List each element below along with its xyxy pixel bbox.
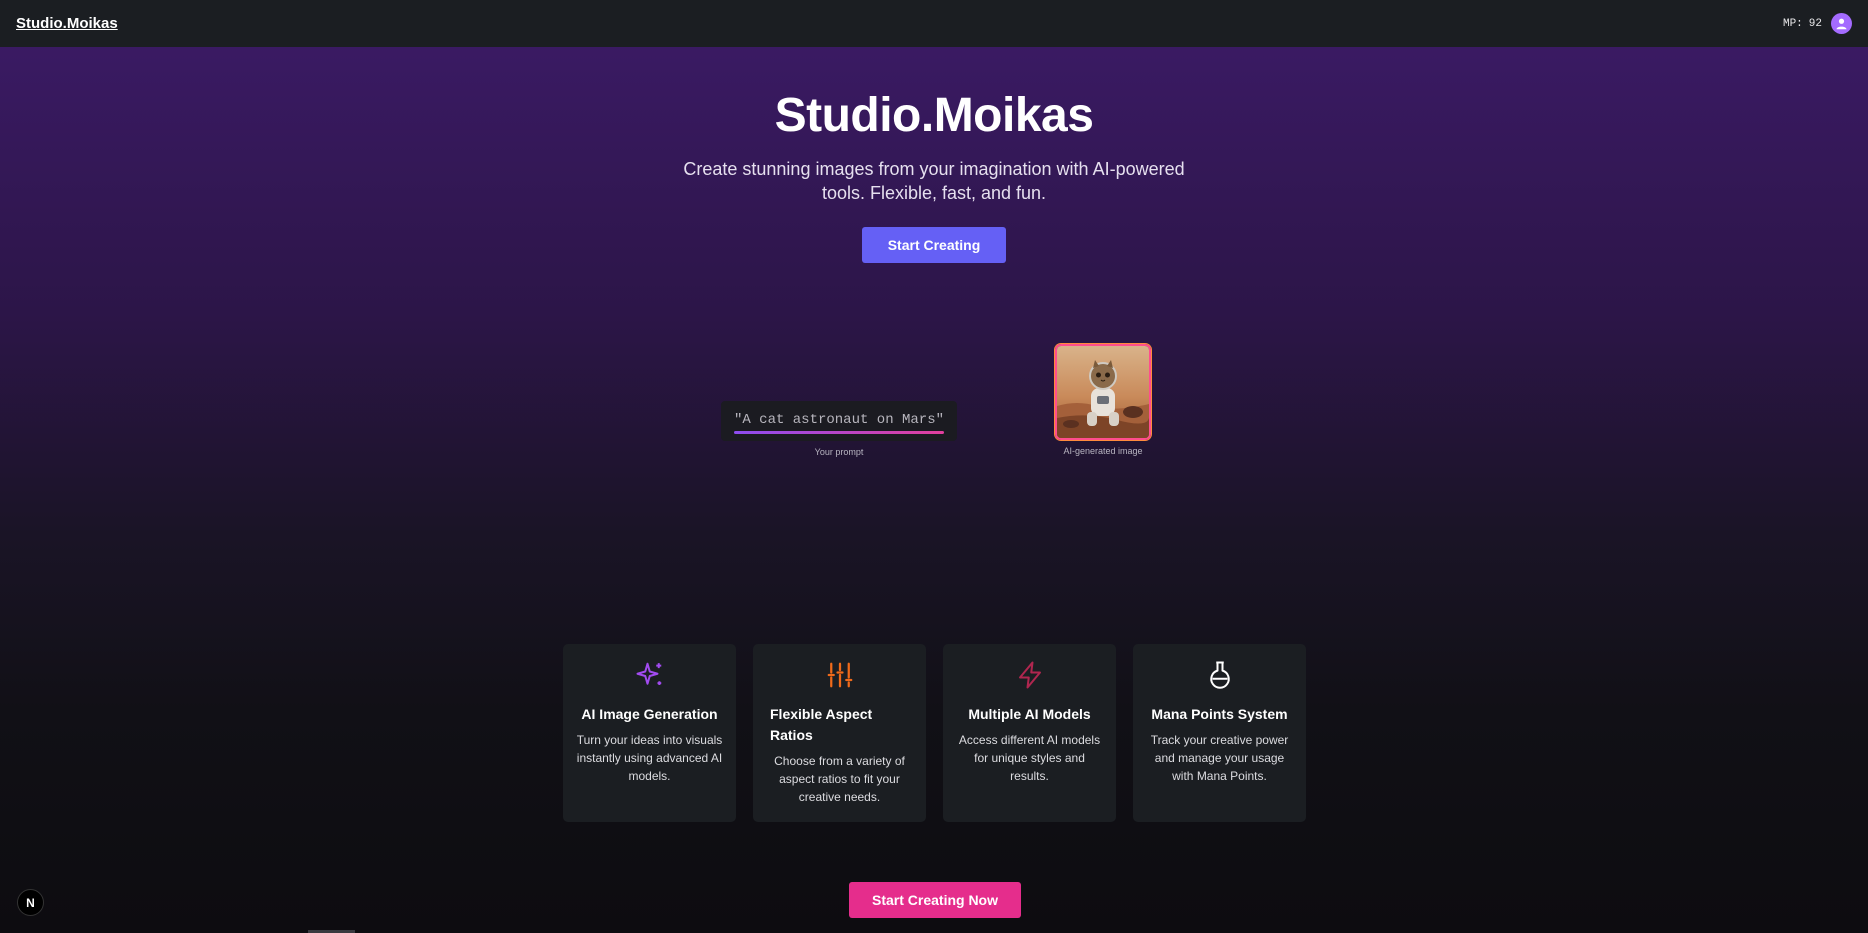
hero-section: Studio.Moikas Create stunning images fro… xyxy=(0,88,1868,263)
feature-description: Turn your ideas into visuals instantly u… xyxy=(576,733,723,783)
dev-tools-badge[interactable]: N xyxy=(17,889,44,916)
page: Studio.Moikas MP: 92 Studio.Moikas Creat… xyxy=(0,0,1868,933)
prompt-demo-box: "A cat astronaut on Mars" xyxy=(721,401,957,441)
flask-icon xyxy=(1209,661,1230,689)
prompt-text-wrap: "A cat astronaut on Mars" xyxy=(733,411,945,434)
prompt-underline xyxy=(733,430,945,434)
feature-description: Choose from a variety of aspect ratios t… xyxy=(774,754,905,804)
user-icon xyxy=(1836,18,1847,30)
cat-astronaut-image xyxy=(1057,346,1149,438)
feature-card-multiple-ai-models: Multiple AI Models Access different AI m… xyxy=(943,644,1116,822)
mana-label: MP: xyxy=(1782,17,1803,30)
top-navbar: Studio.Moikas MP: 92 xyxy=(0,0,1868,47)
features-grid: AI Image Generation Turn your ideas into… xyxy=(563,644,1306,822)
user-avatar-button[interactable] xyxy=(1831,13,1852,34)
hero-title: Studio.Moikas xyxy=(774,89,1094,142)
sliders-icon xyxy=(827,662,852,688)
start-creating-button[interactable]: Start Creating xyxy=(861,227,1007,263)
feature-description: Track your creative power and manage you… xyxy=(1150,733,1289,783)
generated-image xyxy=(1055,344,1151,440)
prompt-caption: Your prompt xyxy=(814,447,864,457)
feature-card-ai-image-generation: AI Image Generation Turn your ideas into… xyxy=(563,644,736,822)
feature-card-mana-points-system: Mana Points System Track your creative p… xyxy=(1133,644,1306,822)
prompt-text: "A cat astronaut on Mars" xyxy=(733,411,945,428)
lightning-icon xyxy=(1018,661,1041,689)
mana-points-display: MP: 92 xyxy=(1783,18,1822,30)
hero-subtitle: Create stunning images from your imagina… xyxy=(683,159,1185,203)
sparkles-icon xyxy=(636,662,661,685)
feature-title: Multiple AI Models xyxy=(968,706,1091,722)
feature-title: Flexible Aspect Ratios xyxy=(770,706,873,743)
feature-card-flexible-aspect-ratios: Flexible Aspect Ratios Choose from a var… xyxy=(753,644,926,822)
feature-title: Mana Points System xyxy=(1151,706,1288,722)
header-right: MP: 92 xyxy=(1783,13,1852,34)
brand-link[interactable]: Studio.Moikas xyxy=(16,15,118,32)
start-creating-now-button[interactable]: Start Creating Now xyxy=(849,882,1021,918)
feature-title: AI Image Generation xyxy=(581,706,718,722)
image-caption: AI-generated image xyxy=(1063,446,1143,456)
mana-value: 92 xyxy=(1808,17,1822,30)
feature-description: Access different AI models for unique st… xyxy=(958,733,1101,783)
